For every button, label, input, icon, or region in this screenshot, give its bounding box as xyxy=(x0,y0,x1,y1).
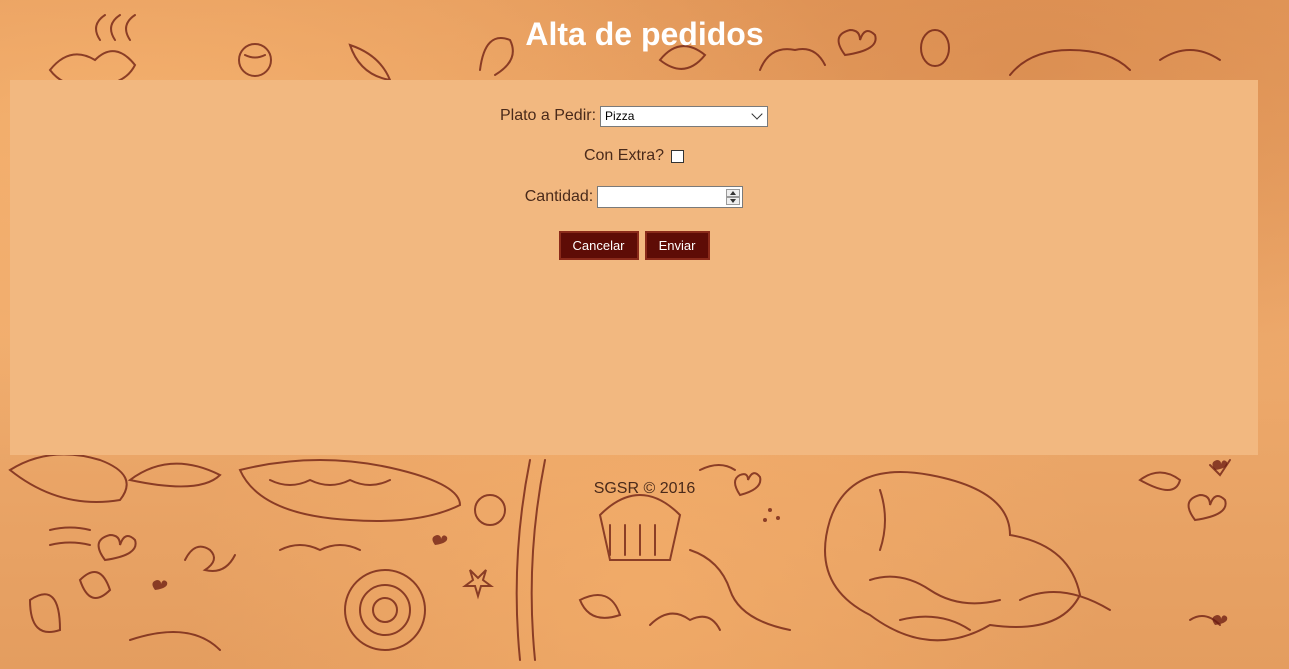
extra-row: Con Extra? xyxy=(10,144,1258,168)
extra-checkbox[interactable] xyxy=(671,149,685,163)
spinner-up-icon[interactable] xyxy=(726,189,741,197)
plato-label: Plato a Pedir: xyxy=(499,107,597,124)
footer-copyright: SGSR © 2016 xyxy=(593,480,696,497)
plato-row: Plato a Pedir: Pizza xyxy=(10,104,1258,128)
plato-select[interactable]: Pizza xyxy=(600,105,769,127)
send-button[interactable]: Enviar xyxy=(644,230,710,260)
cantidad-spinner xyxy=(726,189,741,205)
order-form-panel: Plato a Pedir: Pizza Con Extra? Cantidad… xyxy=(10,80,1258,455)
cantidad-row: Cantidad: xyxy=(10,184,1258,210)
cantidad-label: Cantidad: xyxy=(524,188,594,205)
form-actions: Cancelar Enviar xyxy=(10,230,1258,260)
plato-select-value: Pizza xyxy=(605,109,635,123)
extra-label: Con Extra? xyxy=(583,147,665,164)
cancel-button[interactable]: Cancelar xyxy=(558,230,639,260)
chevron-down-icon xyxy=(751,108,763,120)
order-form: Plato a Pedir: Pizza Con Extra? Cantidad… xyxy=(10,80,1258,260)
cantidad-input[interactable] xyxy=(597,186,744,208)
spinner-down-icon[interactable] xyxy=(726,197,741,205)
page-title: Alta de pedidos xyxy=(525,16,764,52)
